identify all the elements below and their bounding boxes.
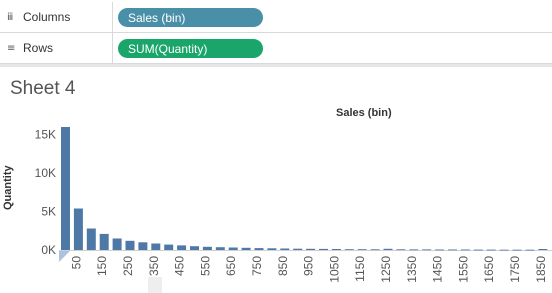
histogram-bar[interactable]: [112, 238, 122, 251]
histogram-bar[interactable]: [306, 248, 316, 250]
histogram-bar[interactable]: [228, 247, 238, 251]
histogram-bar[interactable]: [473, 249, 483, 251]
histogram-bar[interactable]: [499, 249, 509, 251]
x-tick-label: 1850: [534, 256, 548, 283]
histogram-bar[interactable]: [512, 249, 522, 251]
histogram-bar[interactable]: [61, 127, 70, 250]
histogram-bar[interactable]: [267, 248, 277, 250]
x-tick-label: 1450: [431, 256, 445, 283]
histogram-bar[interactable]: [486, 249, 496, 251]
histogram-bar[interactable]: [73, 208, 83, 251]
x-tick-label: 50: [69, 256, 83, 270]
x-tick-label: 450: [173, 256, 187, 276]
histogram-bar[interactable]: [202, 246, 212, 250]
x-tick-label: 650: [224, 256, 238, 276]
x-tick-label: 1750: [508, 256, 522, 283]
histogram-bar[interactable]: [448, 249, 457, 251]
y-tick-label: 5K: [41, 205, 56, 219]
x-tick-label: 850: [276, 256, 290, 276]
histogram-bar[interactable]: [319, 248, 328, 250]
histogram-chart[interactable]: 0K 5K 10K 15K 50 150 250 350 450 550 650 750 850 950 1…: [0, 0, 552, 293]
x-tick-label: 1350: [405, 256, 419, 283]
x-tick-label: 150: [95, 256, 109, 276]
x-tick-label: 1650: [482, 256, 496, 283]
histogram-bar[interactable]: [151, 243, 161, 251]
histogram-bar[interactable]: [86, 228, 96, 251]
histogram-bar[interactable]: [344, 249, 354, 250]
histogram-bar[interactable]: [177, 245, 187, 250]
histogram-bar[interactable]: [538, 249, 548, 250]
histogram-bar[interactable]: [396, 249, 406, 251]
histogram-bar[interactable]: [190, 246, 199, 250]
histogram-bar[interactable]: [254, 248, 264, 250]
x-tick-label: 1550: [456, 256, 470, 283]
histogram-bar[interactable]: [370, 249, 380, 251]
x-tick-label: 250: [121, 256, 135, 276]
histogram-bar[interactable]: [460, 249, 470, 251]
x-tick-label: 550: [198, 256, 212, 276]
bin-marker-icon: [59, 251, 70, 262]
histogram-bar[interactable]: [331, 249, 341, 250]
histogram-bar[interactable]: [125, 240, 135, 250]
histogram-bar[interactable]: [99, 233, 109, 250]
histogram-bar[interactable]: [280, 248, 290, 251]
x-tick-label: 1250: [379, 256, 393, 283]
x-tick-label: 1150: [353, 256, 367, 282]
histogram-bar[interactable]: [215, 247, 225, 250]
x-tick-label: 950: [302, 256, 316, 276]
histogram-bar[interactable]: [164, 244, 174, 250]
y-tick-label: 10K: [35, 166, 56, 180]
y-tick-label: 0K: [41, 243, 56, 257]
x-tick-label: 750: [250, 256, 264, 276]
histogram-bar[interactable]: [409, 249, 419, 251]
scroll-indicator: [148, 277, 162, 293]
x-tick-label: 1050: [327, 256, 341, 283]
histogram-bar[interactable]: [422, 249, 432, 251]
histogram-bar[interactable]: [293, 248, 303, 250]
histogram-bar[interactable]: [138, 242, 148, 250]
histogram-bar[interactable]: [357, 249, 367, 250]
histogram-bar[interactable]: [383, 248, 393, 250]
histogram-bar[interactable]: [435, 249, 445, 251]
y-tick-label: 15K: [35, 128, 56, 142]
x-tick-label: 350: [147, 256, 161, 276]
histogram-bar[interactable]: [525, 249, 535, 251]
histogram-bar[interactable]: [241, 247, 251, 250]
